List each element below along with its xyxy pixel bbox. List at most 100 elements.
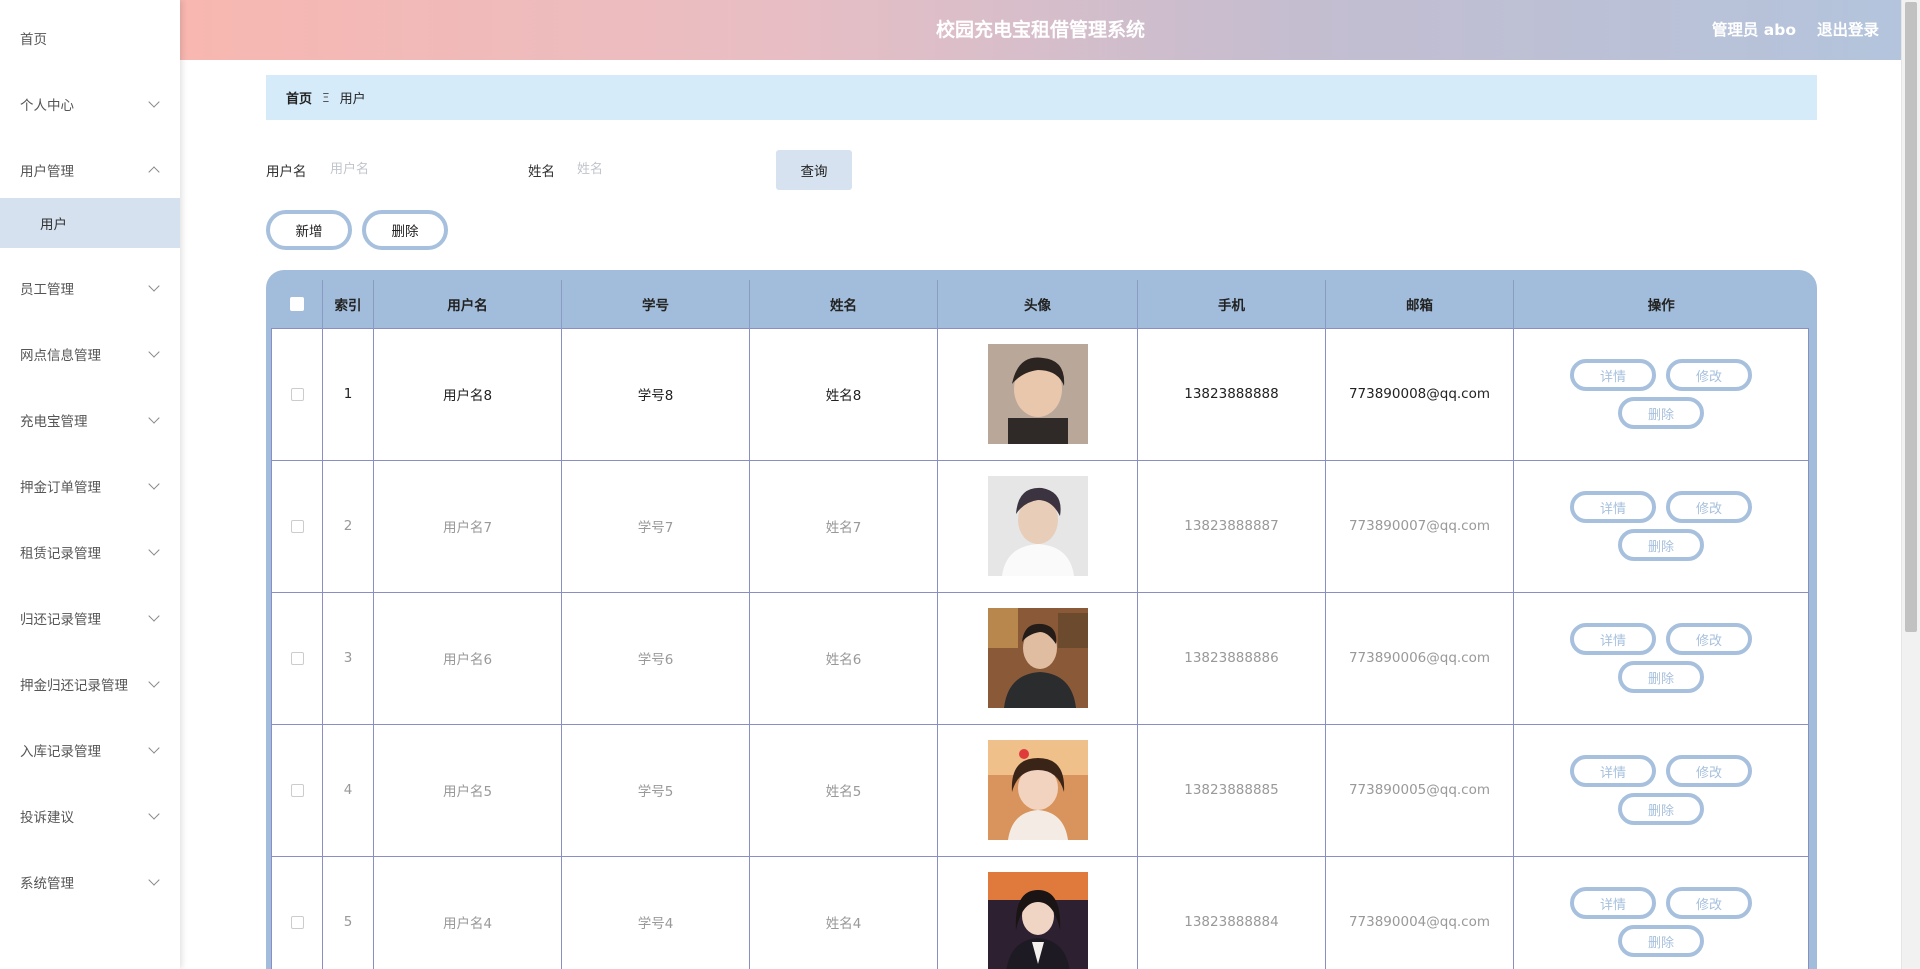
edit-button[interactable]: 修改 [1666,491,1752,523]
chevron-down-icon [148,808,160,820]
sidebar-item-label: 系统管理 [20,876,74,892]
row-select-cell[interactable] [271,327,323,461]
sidebar-item-label: 租赁记录管理 [20,546,101,562]
sidebar-item-home[interactable]: 首页 [0,14,180,62]
cell-index: 5 [322,855,374,969]
cell-name: 姓名7 [749,459,938,593]
query-button[interactable]: 查询 [776,150,852,190]
user-table: 索引 用户名 学号 姓名 头像 手机 邮箱 操作 1 用户名8 学号8 姓名8 1382… [266,270,1817,969]
sidebar-item-label: 押金订单管理 [20,480,101,496]
sidebar-item-deposit-return-management[interactable]: 押金归还记录管理 [0,660,180,708]
table-row: 5 用户名4 学号4 姓名4 13823888884 773890004@qq.com 详情… [271,855,1809,969]
column-header: 用户名 [373,280,562,328]
cell-phone: 13823888884 [1137,855,1326,969]
detail-button[interactable]: 详情 [1570,623,1656,655]
sidebar-item-outlet-management[interactable]: 网点信息管理 [0,330,180,378]
row-checkbox[interactable] [290,651,304,665]
cell-name: 姓名6 [749,591,938,725]
row-checkbox[interactable] [290,519,304,533]
cell-actions: 详情 修改删除 [1513,459,1809,593]
cell-avatar [937,459,1138,593]
sidebar-item-return-record-management[interactable]: 归还记录管理 [0,594,180,642]
cell-student-no: 学号8 [561,327,750,461]
chevron-down-icon [148,478,160,490]
edit-button[interactable]: 修改 [1666,359,1752,391]
scrollbar-thumb[interactable] [1905,2,1917,632]
breadcrumb: 首页 Ξ 用户 [266,75,1817,120]
column-header: 姓名 [749,280,938,328]
cell-student-no: 学号6 [561,591,750,725]
sidebar-item-staff-management[interactable]: 员工管理 [0,264,180,312]
detail-button[interactable]: 详情 [1570,491,1656,523]
cell-index: 1 [322,327,374,461]
breadcrumb-home[interactable]: 首页 [286,88,312,107]
data-table: 索引 用户名 学号 姓名 头像 手机 邮箱 操作 1 用户名8 学号8 姓名8 1382… [271,280,1809,969]
edit-button[interactable]: 修改 [1666,623,1752,655]
cell-username: 用户名7 [373,459,562,593]
row-select-cell[interactable] [271,855,323,969]
sidebar-item-label: 首页 [20,32,47,48]
sidebar-item-rental-record-management[interactable]: 租赁记录管理 [0,528,180,576]
name-search-input[interactable] [577,155,757,183]
header-select-all[interactable] [271,280,323,328]
chevron-up-icon [148,166,160,178]
cell-student-no: 学号5 [561,723,750,857]
row-select-cell[interactable] [271,591,323,725]
cell-index: 2 [322,459,374,593]
cell-email: 773890008@qq.com [1325,327,1514,461]
row-delete-button[interactable]: 删除 [1618,925,1704,957]
row-delete-button[interactable]: 删除 [1618,793,1704,825]
sidebar-item-label: 用户管理 [20,164,74,180]
row-select-cell[interactable] [271,459,323,593]
username-search-label: 用户名 [266,164,307,180]
sidebar-item-stock-in-management[interactable]: 入库记录管理 [0,726,180,774]
row-delete-button[interactable]: 删除 [1618,661,1704,693]
cell-phone: 13823888888 [1137,327,1326,461]
detail-button[interactable]: 详情 [1570,887,1656,919]
sidebar-item-system-management[interactable]: 系统管理 [0,858,180,906]
sidebar-item-label: 员工管理 [20,282,74,298]
table-row: 1 用户名8 学号8 姓名8 13823888888 773890008@qq.com 详情… [271,327,1809,461]
detail-button[interactable]: 详情 [1570,755,1656,787]
logout-link[interactable]: 退出登录 [1817,0,1879,60]
column-header: 操作 [1513,280,1809,328]
cell-student-no: 学号7 [561,459,750,593]
edit-button[interactable]: 修改 [1666,755,1752,787]
edit-button[interactable]: 修改 [1666,887,1752,919]
cell-actions: 详情 修改删除 [1513,723,1809,857]
sidebar-item-user-management[interactable]: 用户管理 [0,146,180,194]
chevron-down-icon [148,96,160,108]
select-all-checkbox[interactable] [289,296,304,311]
row-delete-button[interactable]: 删除 [1618,529,1704,561]
sidebar-item-complaints[interactable]: 投诉建议 [0,792,180,840]
page-scrollbar[interactable] [1901,0,1920,969]
avatar [987,740,1088,840]
sidebar-item-label: 网点信息管理 [20,348,101,364]
row-select-cell[interactable] [271,723,323,857]
cell-email: 773890006@qq.com [1325,591,1514,725]
cell-name: 姓名8 [749,327,938,461]
row-checkbox[interactable] [290,387,304,401]
row-checkbox[interactable] [290,783,304,797]
add-button[interactable]: 新增 [266,210,352,250]
avatar [987,344,1088,444]
sidebar-item-powerbank-management[interactable]: 充电宝管理 [0,396,180,444]
username-search-input[interactable] [330,155,510,183]
sidebar-subitem-user[interactable]: 用户 [0,198,180,248]
column-header: 索引 [322,280,374,328]
batch-delete-button[interactable]: 删除 [362,210,448,250]
table-row: 3 用户名6 学号6 姓名6 13823888886 773890006@qq.com 详情… [271,591,1809,725]
cell-email: 773890007@qq.com [1325,459,1514,593]
cell-phone: 13823888886 [1137,591,1326,725]
cell-index: 3 [322,591,374,725]
row-checkbox[interactable] [290,915,304,929]
cell-username: 用户名5 [373,723,562,857]
detail-button[interactable]: 详情 [1570,359,1656,391]
sidebar-item-deposit-order-management[interactable]: 押金订单管理 [0,462,180,510]
row-delete-button[interactable]: 删除 [1618,397,1704,429]
chevron-down-icon [148,742,160,754]
sidebar-item-personal-center[interactable]: 个人中心 [0,80,180,128]
cell-email: 773890005@qq.com [1325,723,1514,857]
name-search-label: 姓名 [528,164,555,180]
cell-name: 姓名5 [749,723,938,857]
